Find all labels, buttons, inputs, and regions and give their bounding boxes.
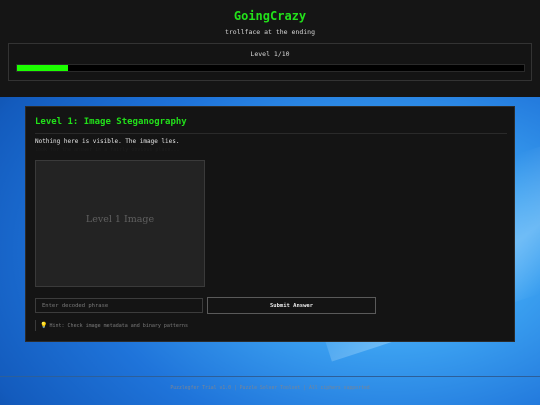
lightbulb-icon: 💡: [40, 322, 48, 329]
level-counter: Level 1/10: [250, 50, 290, 58]
progress-bar-fill: [17, 65, 68, 71]
answer-input[interactable]: [35, 298, 203, 313]
hidden-text: look for the answer in a fairly obvious …: [35, 147, 180, 153]
submit-answer-button[interactable]: Submit Answer: [207, 297, 376, 314]
app-header: GoingCrazy trollface at the ending Level…: [0, 0, 540, 97]
level-description: Nothing here is visible. The image lies.: [35, 138, 180, 145]
app-title: GoingCrazy: [233, 9, 307, 23]
level-title: Level 1: Image Steganography: [35, 117, 187, 127]
level-image-label: Level 1 Image: [85, 214, 155, 225]
progress-panel: Level 1/10: [8, 43, 532, 81]
app-subtitle: trollface at the ending: [224, 28, 315, 36]
hint-box: 💡 Hint: Check image metadata and binary p…: [35, 320, 188, 331]
title-divider: [35, 133, 507, 134]
footer-text: Puzzlegfer Trial v1.0 | Puzzle Solver To…: [170, 386, 370, 391]
hint-text: Hint: Check image metadata and binary pa…: [49, 323, 188, 329]
level-image: Level 1 Image: [35, 160, 205, 287]
page-footer: Puzzlegfer Trial v1.0 | Puzzle Solver To…: [0, 376, 540, 405]
level-card: Level 1: Image Steganography Nothing her…: [25, 106, 515, 342]
progress-bar: [16, 64, 525, 72]
